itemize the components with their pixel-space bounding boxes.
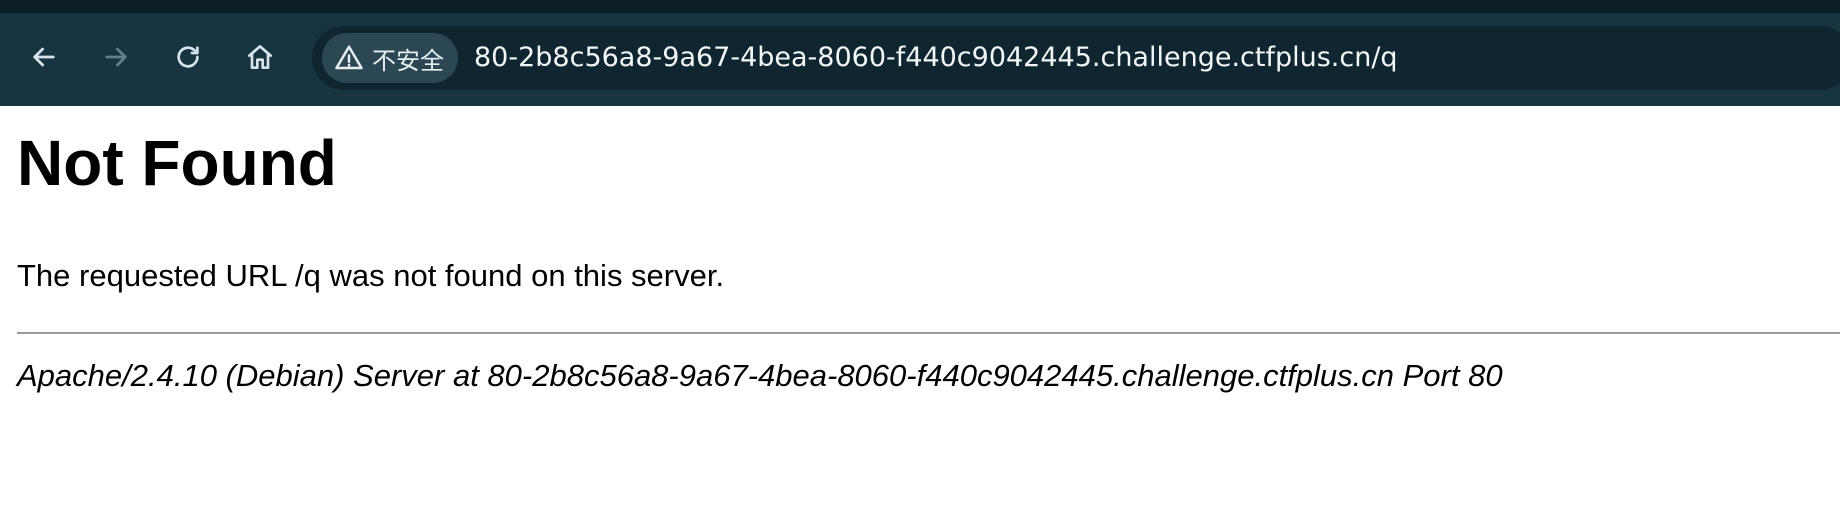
back-button[interactable] — [22, 35, 66, 79]
page-title: Not Found — [17, 127, 337, 199]
security-label: 不安全 — [372, 46, 444, 75]
browser-toolbar: 不安全 80-2b8c56a8-9a67-4bea-8060-f440c9042… — [0, 13, 1840, 106]
url-text[interactable]: 80-2b8c56a8-9a67-4bea-8060-f440c9042445.… — [474, 26, 1398, 90]
forward-button[interactable] — [94, 35, 138, 79]
tab-strip — [0, 0, 1840, 13]
reload-icon — [177, 46, 199, 68]
reload-button[interactable] — [166, 35, 210, 79]
warning-triangle-icon — [334, 43, 364, 73]
arrow-left-icon — [33, 47, 55, 67]
home-button[interactable] — [238, 35, 282, 79]
server-signature: Apache/2.4.10 (Debian) Server at 80-2b8c… — [17, 358, 1503, 393]
page-content: Not Found The requested URL /q was not f… — [0, 106, 1840, 518]
security-indicator[interactable]: 不安全 — [322, 33, 458, 83]
divider — [17, 332, 1840, 334]
arrow-right-icon — [105, 47, 127, 67]
address-bar[interactable]: 不安全 80-2b8c56a8-9a67-4bea-8060-f440c9042… — [312, 26, 1840, 90]
home-icon — [248, 45, 272, 69]
browser-chrome: 不安全 80-2b8c56a8-9a67-4bea-8060-f440c9042… — [0, 0, 1840, 106]
error-message: The requested URL /q was not found on th… — [17, 258, 725, 293]
